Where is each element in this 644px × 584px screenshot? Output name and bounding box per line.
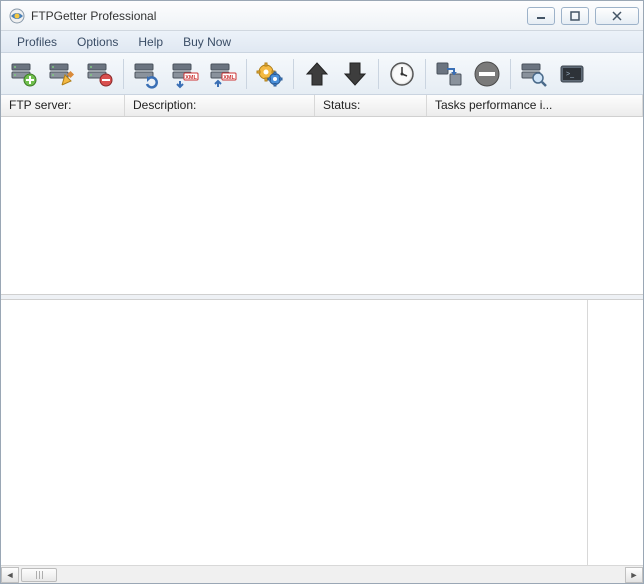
stop-button[interactable] [470, 57, 504, 91]
toolbar-sep-3 [293, 59, 294, 89]
log-button[interactable]: >_ [555, 57, 589, 91]
menu-help[interactable]: Help [128, 33, 173, 51]
window-controls [527, 7, 639, 25]
svg-text:XML: XML [223, 75, 235, 81]
svg-text:>_: >_ [566, 71, 574, 78]
stop-icon [473, 60, 501, 88]
arrow-up-icon [303, 60, 331, 88]
maximize-button[interactable] [561, 7, 589, 25]
server-refresh-button[interactable] [130, 57, 164, 91]
col-tasks-perf[interactable]: Tasks performance i... [427, 95, 643, 116]
upload-button[interactable] [300, 57, 334, 91]
toolbar: XML XML [1, 53, 643, 95]
col-status[interactable]: Status: [315, 95, 427, 116]
server-xml-out-icon: XML [208, 59, 238, 89]
toolbar-sep-2 [246, 59, 247, 89]
server-search-icon [519, 59, 549, 89]
maximize-icon [570, 11, 580, 21]
toolbar-sep-4 [378, 59, 379, 89]
download-button[interactable] [338, 57, 372, 91]
app-icon [9, 8, 25, 24]
log-panel[interactable] [1, 300, 587, 565]
menubar: Profiles Options Help Buy Now [1, 31, 643, 53]
col-ftp-server[interactable]: FTP server: [1, 95, 125, 116]
side-panel [587, 300, 643, 565]
scroll-thumb[interactable] [21, 568, 57, 582]
menu-options[interactable]: Options [67, 33, 128, 51]
schedule-button[interactable] [385, 57, 419, 91]
window-title: FTPGetter Professional [31, 9, 527, 23]
server-remove-button[interactable] [83, 57, 117, 91]
server-edit-button[interactable] [45, 57, 79, 91]
minimize-icon [536, 11, 546, 21]
lower-panel [1, 300, 643, 565]
arrow-down-icon [341, 60, 369, 88]
settings-button[interactable] [253, 57, 287, 91]
horizontal-scrollbar[interactable]: ◄ ► [1, 565, 643, 583]
scroll-right-button[interactable]: ► [625, 567, 643, 583]
import-xml-button[interactable]: XML [168, 57, 202, 91]
main-window: FTPGetter Professional Profiles Options … [0, 0, 644, 584]
close-icon [611, 11, 623, 21]
menu-profiles[interactable]: Profiles [7, 33, 67, 51]
server-plus-icon [9, 59, 39, 89]
toolbar-sep-1 [123, 59, 124, 89]
col-description[interactable]: Description: [125, 95, 315, 116]
servers-connect-icon [434, 59, 464, 89]
server-refresh-icon [132, 59, 162, 89]
svg-text:XML: XML [185, 75, 197, 81]
server-xml-in-icon: XML [170, 59, 200, 89]
terminal-icon: >_ [558, 60, 586, 88]
server-pencil-icon [47, 59, 77, 89]
server-minus-icon [85, 59, 115, 89]
export-xml-button[interactable]: XML [206, 57, 240, 91]
titlebar: FTPGetter Professional [1, 1, 643, 31]
gears-icon [255, 59, 285, 89]
toolbar-sep-5 [425, 59, 426, 89]
minimize-button[interactable] [527, 7, 555, 25]
scroll-track[interactable] [19, 567, 625, 583]
server-list-panel[interactable] [1, 117, 643, 295]
columns-header: FTP server: Description: Status: Tasks p… [1, 95, 643, 117]
scroll-left-button[interactable]: ◄ [1, 567, 19, 583]
menu-buynow[interactable]: Buy Now [173, 33, 241, 51]
clock-icon [387, 59, 417, 89]
connect-button[interactable] [432, 57, 466, 91]
close-button[interactable] [595, 7, 639, 25]
browse-button[interactable] [517, 57, 551, 91]
server-add-button[interactable] [7, 57, 41, 91]
toolbar-sep-6 [510, 59, 511, 89]
